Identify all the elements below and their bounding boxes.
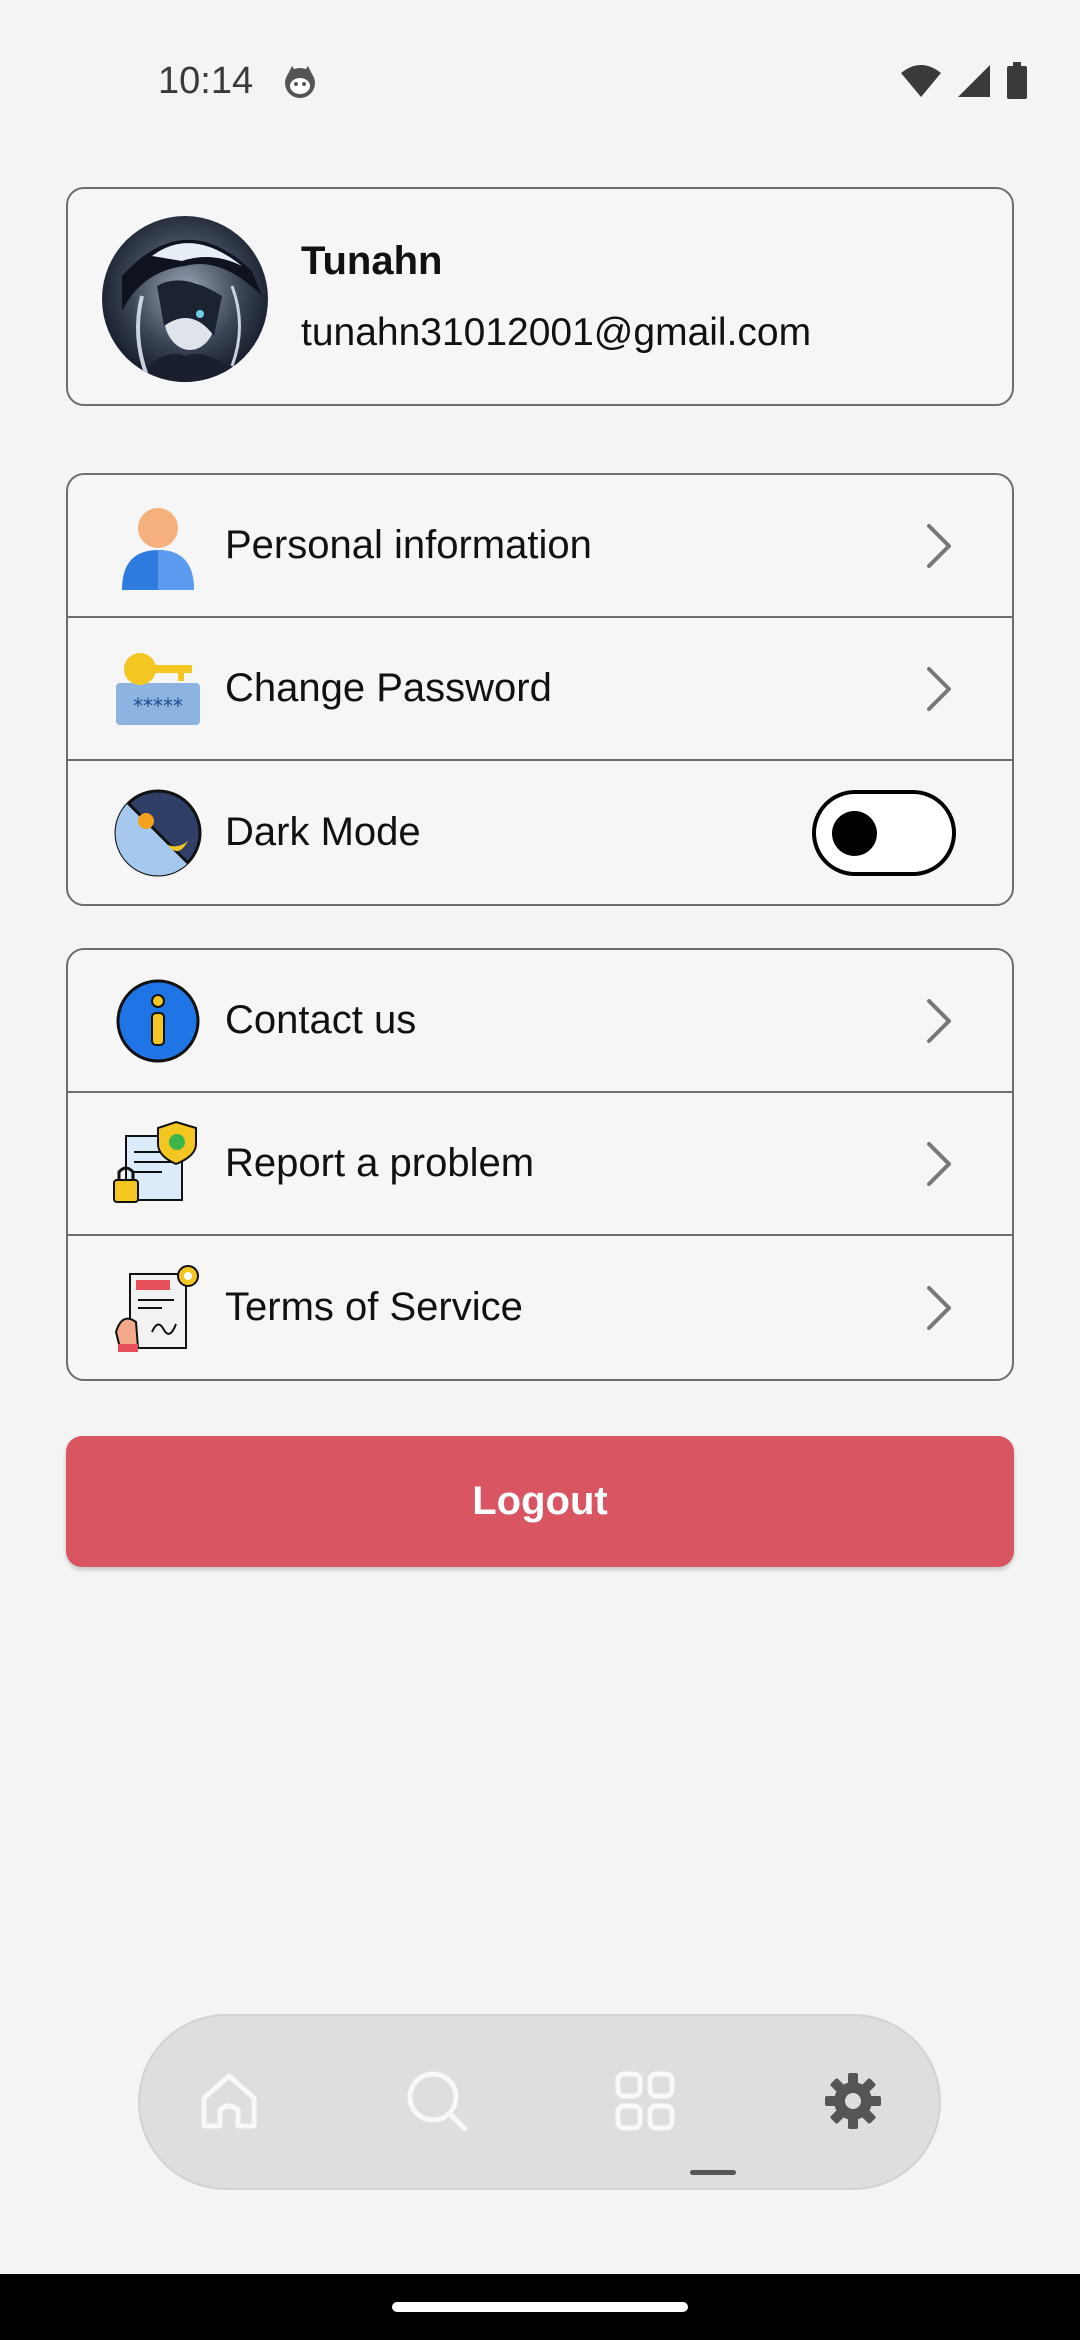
account-settings-group: Personal information ***** Change Passwo… [66,473,1014,906]
status-bar: 10:14 [0,0,1080,160]
bottom-navigation-bar [138,2014,941,2190]
person-icon [122,507,194,590]
search-icon [407,2071,468,2132]
avatar [102,216,268,382]
toggle-knob [832,810,877,856]
home-icon [201,2073,257,2129]
support-settings-group: Contact us Report a problem Terms of Ser… [66,948,1014,1381]
active-tab-indicator [690,2170,736,2175]
nav-home[interactable] [194,2066,264,2136]
menu-item-change-password[interactable]: ***** Change Password [68,618,1012,761]
cat-face-icon [285,66,315,98]
dark-mode-toggle[interactable] [812,789,956,876]
nav-search[interactable] [402,2066,472,2136]
chevron-right-icon [927,1141,951,1186]
info-icon [116,979,200,1062]
chevron-right-icon [927,998,951,1043]
menu-label: Report a problem [225,1141,535,1185]
menu-label: Personal information [225,523,592,567]
svg-text:*****: ***** [133,694,183,718]
menu-item-personal-information[interactable]: Personal information [68,475,1012,618]
chevron-right-icon [927,1285,951,1330]
nav-apps[interactable] [610,2066,680,2136]
day-night-icon [114,789,202,876]
menu-item-contact-us[interactable]: Contact us [68,950,1012,1093]
menu-item-report-a-problem[interactable]: Report a problem [68,1093,1012,1236]
menu-label: Dark Mode [225,810,421,854]
battery-icon [1007,62,1027,99]
menu-label: Change Password [225,666,552,710]
profile-card[interactable]: Tunahn tunahn31012001@gmail.com [66,187,1014,406]
avatar-image [102,216,268,382]
report-shield-icon [113,1120,197,1203]
home-gesture-handle[interactable] [392,2302,688,2312]
status-time: 10:14 [158,60,254,102]
chevron-right-icon [927,523,951,568]
settings-gear-icon [825,2073,881,2129]
menu-item-terms-of-service[interactable]: Terms of Service [68,1236,1012,1379]
nav-settings[interactable] [818,2066,888,2136]
wifi-icon [901,65,941,97]
apps-grid-icon [615,2071,675,2131]
status-icons [900,62,1028,100]
chevron-right-icon [927,666,951,711]
menu-item-dark-mode[interactable]: Dark Mode [68,761,1012,904]
menu-label: Terms of Service [225,1285,523,1329]
settings-screen: 10:14 Tunahn tunahn31012001@gmail.com Pe… [0,0,1080,2340]
profile-email: tunahn31012001@gmail.com [301,311,812,354]
logout-button[interactable]: Logout [66,1436,1014,1567]
signal-icon [958,65,990,97]
contract-signature-icon [114,1264,199,1352]
menu-label: Contact us [225,998,417,1042]
profile-name: Tunahn [301,239,443,283]
key-password-icon: ***** [116,652,200,725]
